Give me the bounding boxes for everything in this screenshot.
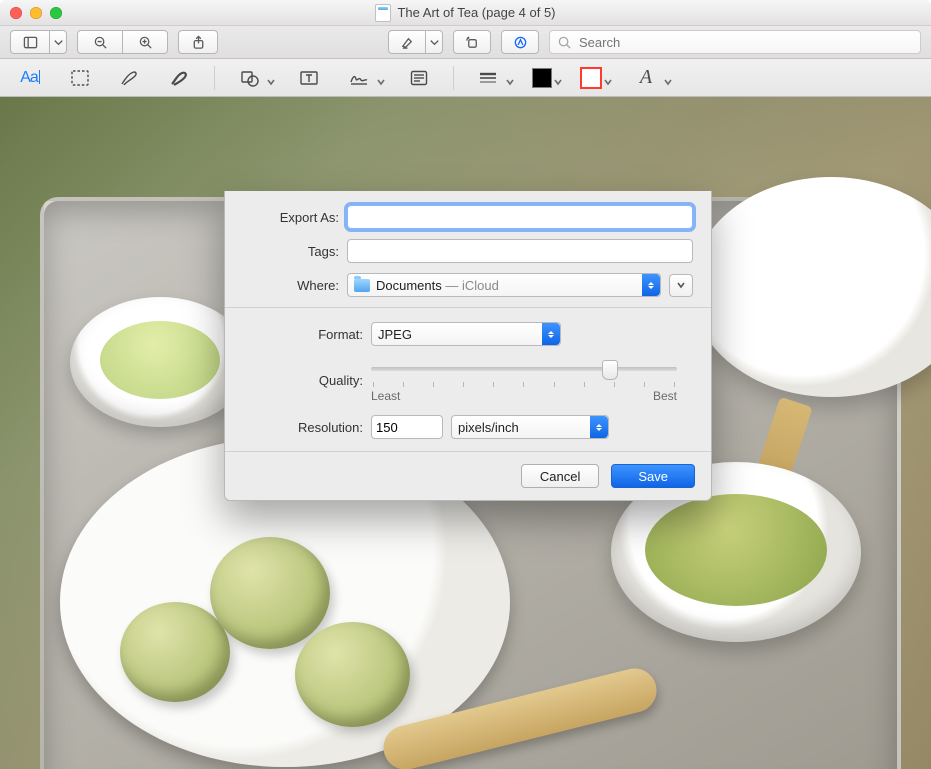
sidebar-button[interactable]: [10, 30, 50, 54]
chevron-down-icon: [426, 34, 442, 50]
expand-save-dialog-button[interactable]: [669, 274, 693, 297]
search-input[interactable]: [577, 34, 914, 51]
toolbar-separator: [453, 66, 454, 90]
quality-best-label: Best: [653, 389, 677, 403]
zoom-group: [77, 30, 168, 54]
highlighter-icon: [399, 34, 415, 50]
tags-field[interactable]: [347, 239, 693, 263]
folder-icon: [354, 279, 370, 292]
sidebar-toggle-group: [10, 30, 67, 54]
dialog-separator: [225, 307, 711, 308]
border-color-swatch: [580, 67, 602, 89]
text-selection-tool[interactable]: Aa: [14, 65, 46, 91]
fill-color-swatch: [532, 68, 552, 88]
rectangular-selection-tool[interactable]: [64, 65, 96, 91]
export-dialog: Export As: Tags: Where: Documents — iClo…: [224, 191, 712, 501]
app-window: The Art of Tea (page 4 of 5): [0, 0, 931, 769]
resolution-field[interactable]: [371, 415, 443, 439]
export-as-label: Export As:: [243, 210, 339, 225]
format-popup[interactable]: JPEG: [371, 322, 561, 346]
popup-arrows-icon: [642, 274, 660, 296]
search-field-wrap[interactable]: [549, 30, 921, 54]
tags-label: Tags:: [243, 244, 339, 259]
highlight-button[interactable]: [388, 30, 426, 54]
close-window-button[interactable]: [10, 7, 22, 19]
sign-tool[interactable]: [343, 65, 385, 91]
sidebar-icon: [22, 34, 38, 50]
popup-arrows-icon: [542, 323, 560, 345]
resolution-units-popup[interactable]: pixels/inch: [451, 415, 609, 439]
chevron-down-icon: [554, 74, 562, 82]
save-button[interactable]: Save: [611, 464, 695, 488]
quality-label: Quality:: [243, 373, 363, 388]
where-value: Documents — iCloud: [376, 278, 499, 293]
quality-least-label: Least: [371, 389, 400, 403]
main-toolbar: [0, 26, 931, 59]
draw-tool[interactable]: [164, 65, 196, 91]
cancel-button[interactable]: Cancel: [521, 464, 599, 488]
share-icon: [190, 34, 206, 50]
resolution-units-value: pixels/inch: [458, 420, 519, 435]
zoom-out-button[interactable]: [77, 30, 123, 54]
chevron-down-icon: [506, 74, 514, 82]
format-label: Format:: [243, 327, 363, 342]
document-viewport[interactable]: Export As: Tags: Where: Documents — iClo…: [0, 97, 931, 769]
border-style-tool[interactable]: [472, 65, 514, 91]
rotate-left-icon: [464, 34, 480, 50]
toolbar-separator: [214, 66, 215, 90]
dialog-button-bar: Cancel Save: [225, 451, 711, 500]
slider-ticks: [373, 382, 675, 387]
chevron-down-icon: [664, 74, 672, 82]
format-value: JPEG: [378, 327, 412, 342]
resolution-label: Resolution:: [243, 420, 363, 435]
rotate-button[interactable]: [453, 30, 491, 54]
markup-toolbar: Aa: [0, 59, 931, 97]
share-button[interactable]: [178, 30, 218, 54]
text-style-tool[interactable]: A: [630, 65, 672, 91]
window-controls: [10, 7, 62, 19]
zoom-in-icon: [137, 34, 153, 50]
document-proxy-icon[interactable]: [375, 4, 391, 22]
shapes-tool[interactable]: [233, 65, 275, 91]
where-label: Where:: [243, 278, 339, 293]
note-tool[interactable]: [403, 65, 435, 91]
title-bar: The Art of Tea (page 4 of 5): [0, 0, 931, 26]
where-popup[interactable]: Documents — iCloud: [347, 273, 661, 297]
window-title: The Art of Tea (page 4 of 5): [397, 5, 555, 20]
chevron-down-icon: [267, 74, 275, 82]
search-icon: [556, 34, 572, 50]
minimize-window-button[interactable]: [30, 7, 42, 19]
popup-arrows-icon: [590, 416, 608, 438]
markup-toggle-group: [388, 30, 443, 54]
title-center: The Art of Tea (page 4 of 5): [0, 4, 931, 22]
chevron-down-icon: [604, 74, 612, 82]
chevron-down-icon: [50, 34, 66, 50]
export-as-field[interactable]: [347, 205, 693, 229]
highlight-menu-button[interactable]: [425, 30, 443, 54]
zoom-out-icon: [92, 34, 108, 50]
text-tool[interactable]: [293, 65, 325, 91]
border-color-tool[interactable]: [580, 67, 612, 89]
sidebar-menu-button[interactable]: [49, 30, 67, 54]
markup-toolbar-button[interactable]: [501, 30, 539, 54]
fill-color-tool[interactable]: [532, 68, 562, 88]
zoom-in-button[interactable]: [122, 30, 168, 54]
quality-slider[interactable]: [371, 358, 677, 378]
zoom-window-button[interactable]: [50, 7, 62, 19]
chevron-down-icon: [377, 74, 385, 82]
markup-icon: [512, 34, 528, 50]
sketch-tool[interactable]: [114, 65, 146, 91]
